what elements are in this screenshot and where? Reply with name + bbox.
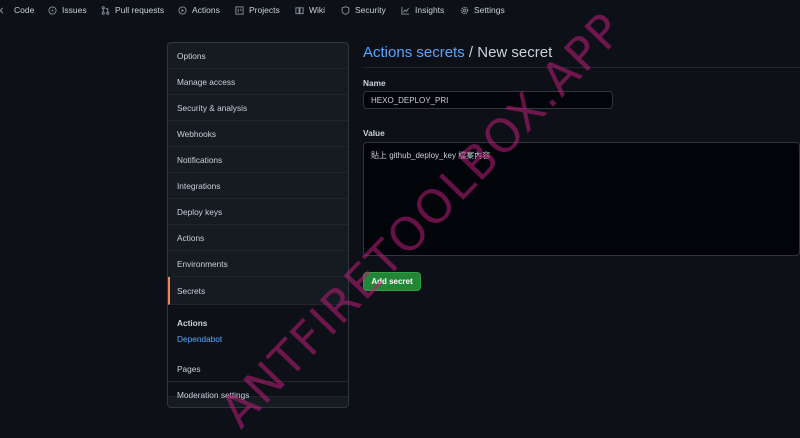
nav-insights-label: Insights	[415, 5, 445, 15]
sidebar-item-label: Deploy keys	[177, 206, 223, 217]
nav-pull-requests-label: Pull requests	[115, 5, 165, 15]
book-icon	[295, 6, 304, 14]
breadcrumb-actions-secrets[interactable]: Actions secrets	[363, 44, 465, 61]
secret-name-value: HEXO_DEPLOY_PRI	[371, 95, 449, 105]
subgroup-heading: Actions	[177, 318, 208, 328]
nav-projects[interactable]: Projects	[235, 5, 280, 15]
sidebar-item-label: Options	[177, 50, 206, 61]
nav-code[interactable]: Code	[0, 5, 34, 15]
sidebar-item-pages[interactable]: Pages	[168, 356, 348, 382]
sidebar-item-label: Notifications	[177, 154, 223, 165]
nav-actions[interactable]: Actions	[178, 5, 220, 15]
pull-request-icon	[101, 5, 110, 15]
secret-value-text: 貼上 github_deploy_key 檔案內容	[371, 151, 491, 160]
nav-security[interactable]: Security	[341, 5, 386, 15]
sidebar-item-label: Environments	[177, 258, 228, 269]
project-icon	[235, 5, 244, 15]
name-label: Name	[363, 78, 386, 88]
breadcrumb-current: New secret	[477, 44, 553, 61]
sidebar-item-label: Security & analysis	[177, 102, 248, 113]
sidebar-item-environments[interactable]: Environments	[168, 251, 348, 277]
sidebar-item-manage-access[interactable]: Manage access	[168, 69, 348, 95]
sidebar-item-deploy-keys[interactable]: Deploy keys	[168, 199, 348, 225]
nav-projects-label: Projects	[249, 5, 280, 15]
nav-issues[interactable]: Issues	[48, 5, 87, 15]
nav-actions-label: Actions	[192, 5, 220, 15]
secret-name-input[interactable]: HEXO_DEPLOY_PRI	[363, 91, 613, 109]
sidebar-item-actions[interactable]: Actions	[168, 225, 348, 251]
nav-code-label: Code	[14, 5, 35, 15]
sidebar-item-webhooks[interactable]: Webhooks	[168, 121, 348, 147]
code-icon	[0, 6, 4, 14]
issue-icon	[48, 5, 57, 15]
gear-icon	[460, 6, 469, 14]
sidebar-item-secrets[interactable]: Secrets	[168, 277, 348, 305]
page-title: Actions secrets / New secret	[363, 44, 552, 61]
nav-security-label: Security	[355, 5, 386, 15]
sidebar-item-security-analysis[interactable]: Security & analysis	[168, 95, 348, 121]
sidebar-item-label: Secrets	[177, 285, 206, 296]
add-secret-button[interactable]: Add secret	[363, 272, 421, 291]
breadcrumb-separator: /	[464, 44, 478, 61]
sidebar-item-integrations[interactable]: Integrations	[168, 173, 348, 199]
value-label: Value	[363, 128, 385, 138]
sidebar-item-label: Integrations	[177, 180, 221, 191]
secret-value-textarea[interactable]: 貼上 github_deploy_key 檔案內容	[363, 142, 800, 256]
sidebar-item-label: Webhooks	[177, 128, 217, 139]
shield-icon	[341, 5, 350, 15]
nav-wiki[interactable]: Wiki	[295, 5, 325, 15]
nav-wiki-label: Wiki	[309, 5, 326, 15]
play-icon	[178, 5, 187, 15]
sidebar-item-label: Manage access	[177, 76, 236, 87]
repo-nav: Code Issues Pull requests Actions Projec…	[0, 0, 800, 20]
nav-pull-requests[interactable]: Pull requests	[101, 5, 164, 15]
sidebar-link-dependabot[interactable]: Dependabot	[177, 334, 222, 344]
nav-settings-label: Settings	[474, 5, 505, 15]
settings-sidebar: Options Manage access Security & analysi…	[167, 42, 349, 408]
nav-issues-label: Issues	[62, 5, 87, 15]
sidebar-item-moderation-settings[interactable]: Moderation settings	[168, 382, 348, 407]
sidebar-item-label: Pages	[177, 363, 201, 374]
sidebar-item-notifications[interactable]: Notifications	[168, 147, 348, 173]
nav-settings[interactable]: Settings	[460, 5, 505, 15]
sidebar-item-label: Actions	[177, 232, 205, 243]
nav-insights[interactable]: Insights	[401, 5, 444, 15]
title-divider	[363, 67, 800, 68]
sidebar-item-label: Moderation settings	[177, 390, 250, 400]
graph-icon	[401, 6, 410, 15]
sidebar-item-options[interactable]: Options	[168, 43, 348, 69]
